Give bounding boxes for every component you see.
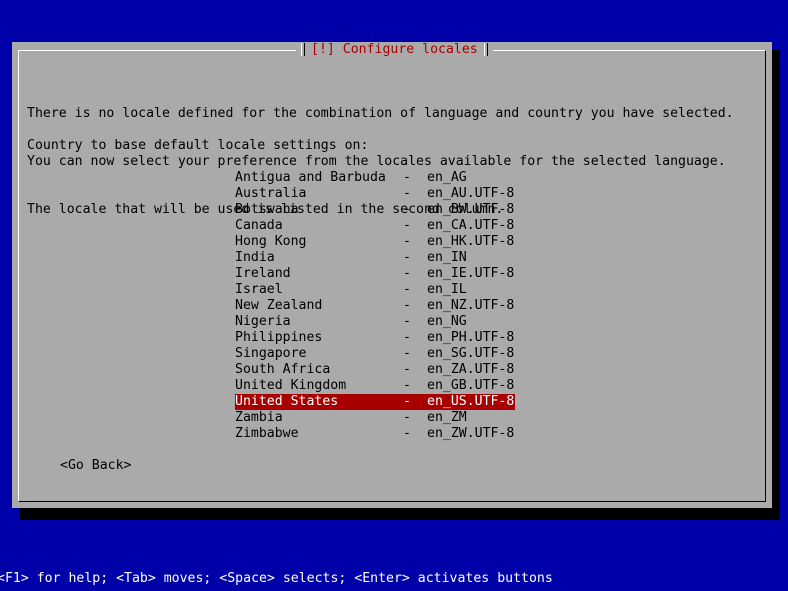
go-back-button[interactable]: <Go Back> <box>60 458 131 474</box>
locale-code: en_NZ.UTF-8 <box>427 298 515 313</box>
locale-country: United States <box>235 394 339 409</box>
locale-code: en_IE.UTF-8 <box>427 266 515 281</box>
locale-separator: - <box>403 170 411 185</box>
locale-code: en_IL <box>427 282 467 297</box>
locale-code: en_PH.UTF-8 <box>427 330 515 345</box>
locale-separator: - <box>403 218 411 233</box>
locale-option[interactable]: United Kingdom - en_GB.UTF-8 <box>235 378 515 394</box>
locale-option[interactable]: Ireland - en_IE.UTF-8 <box>235 266 515 282</box>
locale-separator: - <box>403 250 411 265</box>
locale-separator: - <box>403 202 411 217</box>
configure-locales-dialog: [!] Configure locales There is no locale… <box>12 42 772 508</box>
description-line: You can now select your preference from … <box>27 154 726 169</box>
dialog-title: [!] Configure locales <box>311 42 478 57</box>
locale-country: Hong Kong <box>235 234 307 249</box>
locale-separator: - <box>403 330 411 345</box>
locale-code: en_ZW.UTF-8 <box>427 426 515 441</box>
locale-option[interactable]: Nigeria - en_NG <box>235 314 515 330</box>
locale-list[interactable]: Antigua and Barbuda - en_AG Australia - en_AU… <box>235 170 515 442</box>
locale-option[interactable]: Hong Kong - en_HK.UTF-8 <box>235 234 515 250</box>
status-bar: <F1> for help; <Tab> moves; <Space> sele… <box>0 571 553 586</box>
locale-option[interactable]: Philippines - en_PH.UTF-8 <box>235 330 515 346</box>
locale-country: Australia <box>235 186 307 201</box>
description-line: There is no locale defined for the combi… <box>27 106 734 121</box>
locale-code: en_CA.UTF-8 <box>427 218 515 233</box>
locale-code: en_IN <box>427 250 467 265</box>
locale-code: en_NG <box>427 314 467 329</box>
locale-code: en_ZM <box>427 410 467 425</box>
locale-option[interactable]: Zambia - en_ZM <box>235 410 515 426</box>
locale-option[interactable]: Australia - en_AU.UTF-8 <box>235 186 515 202</box>
locale-separator: - <box>403 394 411 409</box>
locale-separator: - <box>403 298 411 313</box>
locale-code: en_HK.UTF-8 <box>427 234 515 249</box>
locale-option[interactable]: Singapore - en_SG.UTF-8 <box>235 346 515 362</box>
locale-option[interactable]: Botswana - en_BW.UTF-8 <box>235 202 515 218</box>
locale-option[interactable]: New Zealand - en_NZ.UTF-8 <box>235 298 515 314</box>
locale-country: India <box>235 250 275 265</box>
locale-separator: - <box>403 186 411 201</box>
locale-option[interactable]: South Africa - en_ZA.UTF-8 <box>235 362 515 378</box>
locale-country: Philippines <box>235 330 323 345</box>
locale-separator: - <box>403 234 411 249</box>
locale-country: Singapore <box>235 346 307 361</box>
locale-separator: - <box>403 426 411 441</box>
locale-country: Zambia <box>235 410 283 425</box>
locale-separator: - <box>403 378 411 393</box>
locale-country: United Kingdom <box>235 378 347 393</box>
locale-code: en_BW.UTF-8 <box>427 202 515 217</box>
title-right-bracket <box>483 42 488 56</box>
locale-code: en_ZA.UTF-8 <box>427 362 515 377</box>
locale-country: Israel <box>235 282 283 297</box>
locale-code: en_SG.UTF-8 <box>427 346 515 361</box>
locale-option[interactable]: Israel - en_IL <box>235 282 515 298</box>
locale-country: Canada <box>235 218 283 233</box>
locale-country: Botswana <box>235 202 299 217</box>
locale-code: en_AU.UTF-8 <box>427 186 515 201</box>
locale-option[interactable]: Zimbabwe - en_ZW.UTF-8 <box>235 426 515 442</box>
country-prompt: Country to base default locale settings … <box>27 138 369 153</box>
locale-separator: - <box>403 266 411 281</box>
locale-separator: - <box>403 362 411 377</box>
locale-option[interactable]: United States - en_US.UTF-8 <box>235 394 515 410</box>
locale-country: Zimbabwe <box>235 426 299 441</box>
locale-country: Antigua and Barbuda <box>235 170 386 185</box>
locale-country: South Africa <box>235 362 331 377</box>
locale-option[interactable]: Antigua and Barbuda - en_AG <box>235 170 515 186</box>
locale-option[interactable]: Canada - en_CA.UTF-8 <box>235 218 515 234</box>
locale-code: en_AG <box>427 170 467 185</box>
dialog-title-bar: [!] Configure locales <box>296 42 493 58</box>
locale-separator: - <box>403 314 411 329</box>
locale-country: New Zealand <box>235 298 323 313</box>
locale-separator: - <box>403 282 411 297</box>
locale-separator: - <box>403 346 411 361</box>
locale-country: Nigeria <box>235 314 291 329</box>
locale-code: en_GB.UTF-8 <box>427 378 515 393</box>
locale-country: Ireland <box>235 266 291 281</box>
locale-separator: - <box>403 410 411 425</box>
locale-option[interactable]: India - en_IN <box>235 250 515 266</box>
locale-code: en_US.UTF-8 <box>427 394 515 409</box>
